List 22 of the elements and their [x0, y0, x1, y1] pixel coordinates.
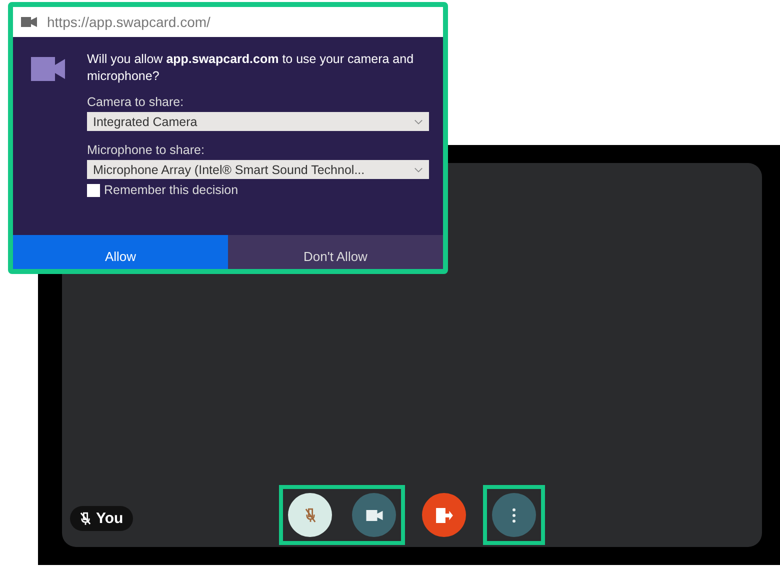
exit-icon: [436, 508, 453, 522]
camera-select[interactable]: Integrated Camera: [87, 112, 429, 131]
microphone-label: Microphone to share:: [87, 143, 206, 157]
participant-name: You: [96, 510, 124, 526]
muted-mic-icon: [304, 508, 316, 522]
checkbox[interactable]: [87, 184, 100, 196]
camera-icon: [366, 510, 383, 520]
chevron-icon: [414, 166, 423, 172]
allow-button[interactable]: Allow: [13, 235, 228, 269]
deny-button[interactable]: Don't Allow: [228, 235, 443, 269]
permission-message: Will you allow app.swapcard.com to use your camera and microphone?: [87, 51, 415, 85]
camera-label: Camera to share:: [87, 95, 185, 109]
microphone-button[interactable]: [288, 493, 332, 537]
camera-icon: [31, 57, 65, 81]
chevron-icon: [414, 118, 423, 124]
leave-button[interactable]: [422, 493, 466, 537]
url-text[interactable]: https://app.swapcard.com/: [47, 14, 210, 30]
microphone-select[interactable]: Microphone Array (Intel® Smart Sound Technol...: [87, 160, 429, 179]
camera-icon[interactable]: [21, 16, 37, 28]
camera-button[interactable]: [352, 493, 396, 537]
remember-label[interactable]: Remember this decision: [104, 183, 238, 197]
more-icon: [512, 508, 516, 522]
